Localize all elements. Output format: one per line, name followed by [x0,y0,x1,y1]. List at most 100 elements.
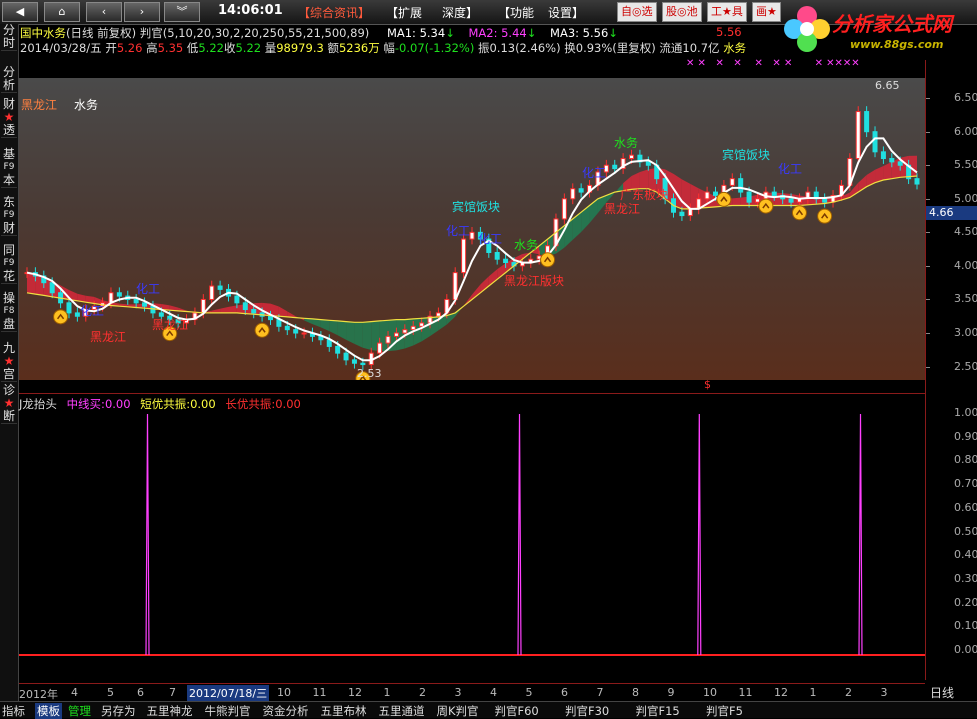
candle-body [754,198,760,203]
indicator-tick: 0.00 [954,643,977,656]
date-month: 5 [525,686,533,699]
dollar-mark: $ [704,378,711,391]
candle-body [712,191,718,196]
chevron-down-icon[interactable]: ︾ [164,2,200,22]
left-tab-1[interactable]: 分析 [1,66,17,93]
period-label[interactable]: 日线 [930,684,954,701]
volume-value: 98979.3 [276,41,324,55]
arrow-down-icon: ↓ [608,26,618,40]
draw-button[interactable]: 画★ [752,2,781,22]
price-tick: 4.50 [954,225,977,239]
left-tab-0[interactable]: 分时 [1,24,17,51]
zixuan-button[interactable]: 自◎选 [617,2,657,22]
prev-icon[interactable]: ‹ [86,2,122,22]
quote-date: 2014/03/28/五 [20,41,102,55]
open-label: 开 [105,41,117,55]
short-label: 短优共振: [140,397,191,411]
chart-annotation-2: 黑龙江 [90,330,127,344]
amplitude: 振0.13(2.46%) [477,41,561,55]
next-icon[interactable]: › [124,2,160,22]
back-icon[interactable]: ◀ [2,2,38,22]
candle-body [880,151,886,160]
amount-label: 额 [327,41,339,55]
date-axis: 2012年 4 5 6 7 2012/07/18/三 10 11 12 1 2 3 4 5 6 7 8 9 10 11… [19,683,925,701]
date-month: 11 [738,686,753,699]
date-month: 2 [845,686,852,699]
region-tag: 黑龙江 [21,98,58,112]
candle-body [914,178,920,185]
chart-annotation-14: 化工 [778,162,803,176]
bottom-tab-bar: 指标 模板 管理 另存为 五里神龙 牛熊判官 资金分析 五里布林 五里通道 周K判官 判官F60 判官… [0,701,977,719]
clock: 14:06:01 [218,3,283,18]
date-month: 5 [107,686,114,699]
price-tick: 4.00 [954,258,977,272]
stock-name[interactable]: 国中水务 [20,26,66,40]
home-icon[interactable]: ⌂ [44,2,80,22]
price-tick-mark [926,165,930,167]
site-logo: 分析家公式网 www.88gs.com [780,0,977,62]
date-month: 11 [312,686,327,699]
candle-body [872,131,878,153]
left-tab-char: 宫 [2,367,15,381]
left-tab-8[interactable]: 诊 ★ 断 [1,384,17,424]
amount-value: 5236万 [338,41,380,55]
menu-settings[interactable]: 设置】 [548,4,584,21]
buy-signal-icon [817,208,833,224]
price-chart-panel[interactable]: 黑龙江 水务 6.65 2.53 $ [19,78,925,391]
ribbon-segment [278,306,288,317]
date-month: 1 [809,686,817,699]
candle-body [771,191,777,196]
left-tab-7[interactable]: 九 ★ 宫 [1,342,17,382]
candle-body [578,188,584,193]
ribbon-segment [312,318,321,328]
logo-text: 分析家公式网 [832,12,952,36]
candle-body [335,345,341,354]
buy-signal-icon [716,191,732,207]
indicator-tick: 0.70 [954,477,977,491]
candle-body [343,352,349,361]
candle-body [788,198,794,203]
left-tab-char: 时 [2,36,15,50]
menu-info[interactable]: 【综合资讯】 [298,4,370,21]
ribbon-segment [572,212,582,240]
price-tick-mark [926,265,930,267]
ribbon-segment [220,306,229,313]
candle-body [864,111,870,133]
menu-depth[interactable]: 深度】 [442,4,478,21]
left-tab-5[interactable]: 同 F9 花 [1,244,17,284]
left-tab-char: 同 [2,243,15,257]
stock-header-row1: 国中水务(日线 前复权) 判官(5,10,20,30,2,20,250,55,2… [20,25,618,41]
candle-body [360,362,366,366]
price-tick: 3.50 [954,292,977,306]
menu-func[interactable]: 【功能 [498,4,534,21]
ribbon-segment [337,320,347,340]
price-tick: 3.00 [954,326,977,340]
price-tick-mark [926,366,930,368]
menu-expand[interactable]: 【扩展 [386,4,422,21]
date-month: 3 [454,686,462,699]
price-chart-svg [24,106,920,387]
date-year: 2012年 [19,688,58,701]
indicator-panel[interactable]: J龙抬头 中线买:0.00 短优共振:0.00 长优共振:0.00 [19,393,925,681]
left-tab-4[interactable]: 东 F9 财 [1,196,17,236]
left-tab-bar: 分时分析财 ★ 透基 F9 本东 F9 财同 F9 花操 F8 盘九 ★ 宫诊 ★ 断 [0,24,19,704]
price-tick: 5.00 [954,191,977,205]
price-tick: 6.00 [954,124,977,138]
left-tab-6[interactable]: 操 F8 盘 [1,292,17,332]
guchi-button[interactable]: 股◎池 [662,2,702,22]
open-value: 5.26 [116,41,143,55]
indicator-tick: 0.30 [954,571,977,585]
candle-body [503,258,509,264]
ma2-value: MA2: 5.44 [468,26,527,40]
date-month: 10 [277,686,291,699]
left-tab-char: 透 [2,123,15,137]
left-tab-3[interactable]: 基 F9 本 [1,148,17,188]
candle-body [116,292,122,297]
candle-body [377,342,383,354]
price-tick-mark [926,198,930,200]
chart-annotation-7: 水务 [514,238,539,252]
ribbon-segment [329,320,338,336]
high-label: 高 [146,41,158,55]
tool-button[interactable]: 工★具 [707,2,747,22]
left-tab-2[interactable]: 财 ★ 透 [1,98,17,138]
